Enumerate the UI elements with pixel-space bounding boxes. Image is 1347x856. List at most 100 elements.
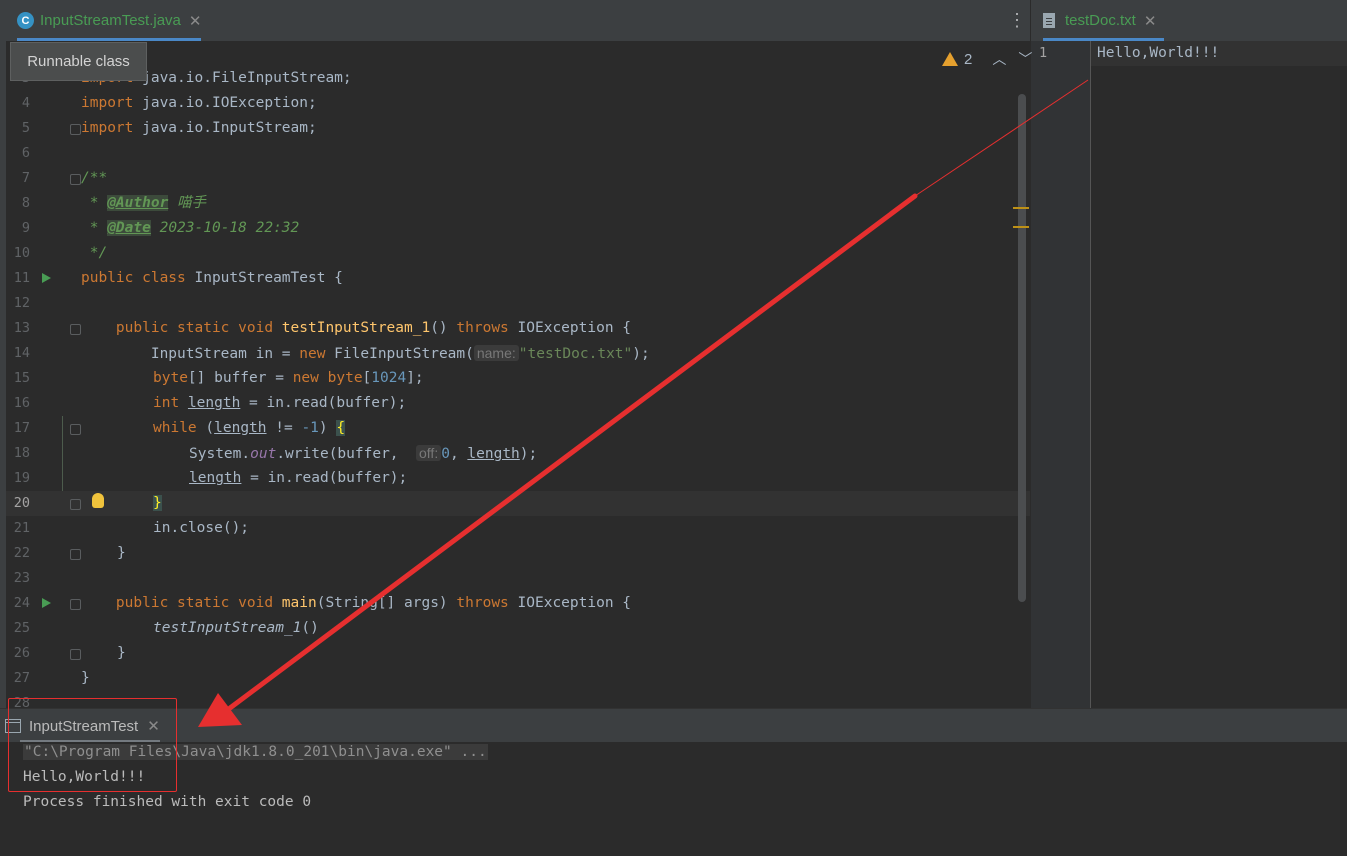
code-token: java.io.FileInputStream; [133,70,352,86]
code-editor[interactable]: 3 import java.io.FileInputStream; 4 impo… [6,41,1030,708]
warning-icon [942,52,958,66]
code-token: public static void [81,595,282,611]
code-token: java.io.InputStream; [133,120,317,136]
line-number: 9 [21,220,30,236]
line-number: 25 [13,620,30,636]
code-token: InputStream in = [81,346,300,362]
inspection-widget[interactable]: 2 ︿ ﹀ [942,49,1032,69]
line-number: 11 [13,270,30,286]
code-token: java.io.IOException; [133,95,317,111]
string-literal: "testDoc.txt" [518,346,633,362]
fold-icon[interactable] [70,174,81,185]
method-name: main [281,595,317,611]
number-literal: 0 [441,446,450,462]
fold-icon[interactable] [70,324,81,335]
more-options-icon[interactable]: ⋮ [1008,9,1026,31]
code-line: 24 public static void main(String[] args… [6,591,1030,616]
code-line: 4 import java.io.IOException; [6,91,1030,116]
code-line: 22 } [6,541,1030,566]
code-token: () [430,320,457,336]
run-tool-header: InputStreamTest ✕ [0,708,1347,743]
chevron-up-icon[interactable]: ︿ [992,49,1006,69]
code-token: int [153,395,180,411]
line-number: 21 [13,520,30,536]
tab-label: InputStreamTest.java [40,12,181,29]
lightbulb-icon[interactable] [92,493,104,508]
line-number: 26 [13,645,30,661]
gutter [1031,41,1091,708]
line-number: 8 [21,195,30,211]
code-line: 21 in.close(); [6,516,1030,541]
tab-inputstreamtest-java[interactable]: C InputStreamTest.java ✕ [17,0,202,41]
code-token: .write(buffer, [276,446,408,462]
code-token: = in.read(buffer); [240,395,407,411]
code-token: testInputStream_1 [153,620,302,636]
fold-icon[interactable] [70,424,81,435]
code-line: 5 import java.io.InputStream; [6,116,1030,141]
code-line: 23 [6,566,1030,591]
code-token: new [292,370,319,386]
warning-stripe[interactable] [1013,226,1029,228]
code-token: length [189,470,242,486]
line-number: 5 [21,120,30,136]
code-line-current: 20 } [6,491,1030,516]
code-line: 18 System.out.write(buffer, off: 0, lengt… [6,441,1030,466]
annotation-box [8,698,177,792]
warning-stripe[interactable] [1013,207,1029,209]
code-token: length [467,446,520,462]
code-line: 15 byte[] buffer = new byte[1024]; [6,366,1030,391]
code-token: IOException { [508,320,632,336]
code-token: System. [189,446,251,462]
javadoc-tag: @Date [107,220,151,236]
fold-icon[interactable] [70,124,81,135]
code-comment: * [81,220,108,236]
tab-label: testDoc.txt [1065,12,1136,29]
code-line: 10 */ [6,241,1030,266]
matched-brace: { [336,420,346,436]
code-token: public static void [81,320,282,336]
code-line: 6 [6,141,1030,166]
code-comment: 喵手 [168,195,207,211]
code-line: 16 int length = in.read(buffer); [6,391,1030,416]
text-editor[interactable]: 1 Hello,World!!! [1031,41,1347,708]
fold-icon[interactable] [70,499,81,510]
file-content: Hello,World!!! [1097,45,1220,61]
run-gutter-icon[interactable] [42,273,51,283]
tab-testdoc-txt[interactable]: testDoc.txt ✕ [1043,0,1165,41]
code-token: () [301,620,319,636]
line-number: 14 [13,345,30,361]
code-token: byte [153,370,188,386]
warning-count: 2 [964,50,973,68]
code-token: new [299,346,326,362]
code-token: ) [318,420,337,436]
fold-icon[interactable] [70,549,81,560]
close-icon[interactable]: ✕ [1144,12,1157,30]
chevron-down-icon[interactable]: ﹀ [1018,49,1032,69]
code-line: 25 testInputStream_1() [6,616,1030,641]
line-number: 17 [13,420,30,436]
code-token: length [187,395,241,411]
matched-brace: } [153,495,162,511]
line-number: 7 [21,170,30,186]
code-token: ]; [406,370,424,386]
line-number: 24 [13,595,30,611]
number-literal: -1 [301,420,319,436]
close-icon[interactable]: ✕ [189,12,202,30]
line-number: 15 [13,370,30,386]
code-token: throws [456,320,509,336]
run-gutter-icon[interactable] [42,598,51,608]
code-token: (String[] args) [316,595,457,611]
line-number: 20 [13,495,30,511]
console-exit-message: Process finished with exit code 0 [23,794,312,810]
code-line: 3 import java.io.FileInputStream; [6,66,1030,91]
vertical-scrollbar[interactable] [1018,94,1026,602]
run-console[interactable]: "C:\Program Files\Java\jdk1.8.0_201\bin\… [0,742,1347,856]
fold-icon[interactable] [70,599,81,610]
code-token: } [117,645,126,661]
code-line: 11 public class InputStreamTest { [6,266,1030,291]
line-number: 23 [13,570,30,586]
fold-icon[interactable] [70,649,81,660]
line-number: 6 [21,145,30,161]
line-number: 18 [13,445,30,461]
